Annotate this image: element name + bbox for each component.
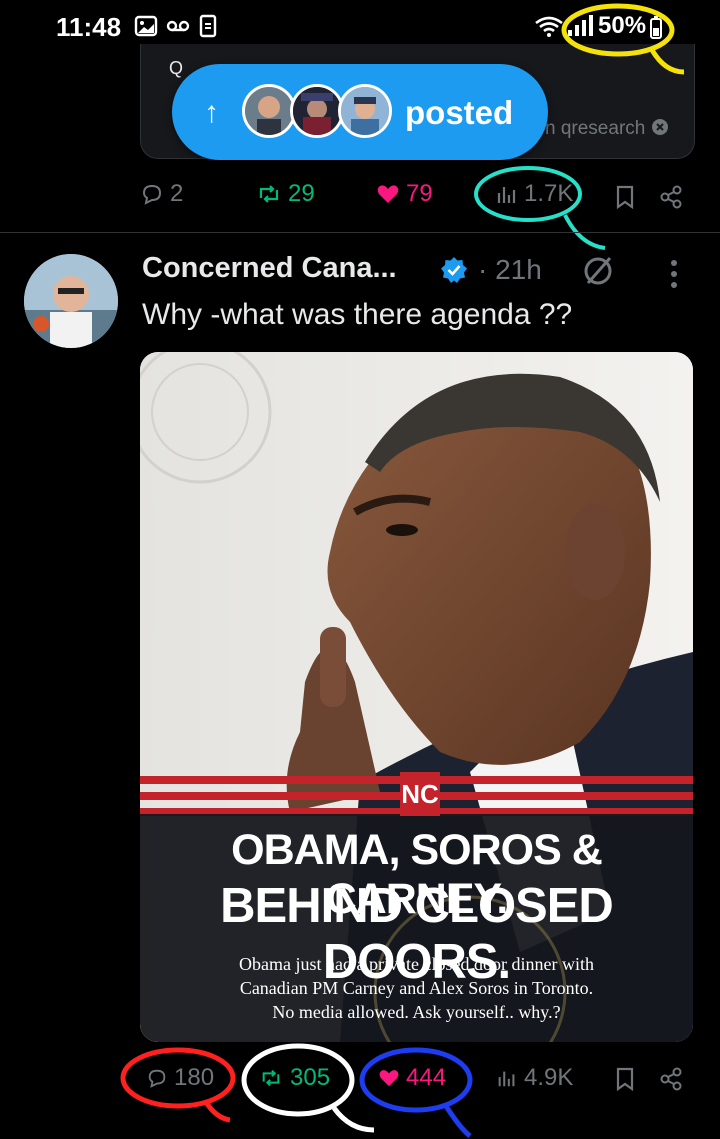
battery-icon xyxy=(650,16,662,39)
arrow-up-icon: ↑ xyxy=(204,96,219,129)
tweet-image[interactable]: NC OBAMA, SOROS & CARNEY. BEHIND CLOSED … xyxy=(140,352,693,1042)
reply-count: 2 xyxy=(170,180,184,207)
tweet-time: · 21h xyxy=(478,254,542,285)
views-icon xyxy=(497,187,516,203)
repost-icon xyxy=(262,1069,280,1087)
battery-percent: 50% xyxy=(598,12,647,39)
avatar xyxy=(290,84,344,138)
heart-icon xyxy=(377,185,399,203)
search-tag-text: n qresearch xyxy=(545,118,646,139)
status-time: 11:48 xyxy=(56,12,122,42)
avatar xyxy=(242,84,296,138)
like-button[interactable]: 444 xyxy=(378,1064,446,1092)
views-button[interactable]: 4.9K xyxy=(496,1064,573,1092)
repost-button[interactable]: 29 xyxy=(256,180,315,208)
nc-logo-badge: NC xyxy=(400,772,440,816)
signal-icon xyxy=(568,15,593,36)
gallery-notification-icon xyxy=(134,15,158,37)
repost-count: 305 xyxy=(290,1064,331,1091)
new-posts-pill[interactable]: ↑ posted xyxy=(172,64,548,160)
repost-icon xyxy=(259,185,279,203)
posted-label: posted xyxy=(405,94,514,131)
reply-button[interactable]: 2 xyxy=(140,180,183,208)
repost-count: 29 xyxy=(288,180,315,207)
bookmark-icon[interactable] xyxy=(614,184,636,210)
views-icon xyxy=(498,1071,515,1087)
share-icon[interactable] xyxy=(658,1066,684,1092)
phone-notification-icon xyxy=(199,14,217,38)
wifi-icon xyxy=(535,16,563,37)
share-icon[interactable] xyxy=(658,184,684,210)
verified-badge-icon xyxy=(441,257,467,283)
like-button[interactable]: 79 xyxy=(376,180,433,208)
image-caption-1: Obama just had a private closed door din… xyxy=(239,954,594,974)
author-avatar[interactable] xyxy=(24,254,118,348)
bookmark-icon[interactable] xyxy=(614,1066,636,1092)
author-name[interactable]: Concerned Cana... xyxy=(142,252,397,285)
reply-button[interactable]: 180 xyxy=(146,1064,214,1092)
heart-icon xyxy=(379,1070,399,1087)
like-count: 444 xyxy=(406,1064,447,1091)
views-count: 1.7K xyxy=(524,180,574,207)
reply-icon xyxy=(142,184,162,205)
like-count: 79 xyxy=(406,180,433,207)
tweet-actions: 180 305 444 4.9K xyxy=(0,1060,720,1100)
voicemail-icon xyxy=(166,20,190,32)
reply-count: 180 xyxy=(174,1064,215,1091)
more-options-icon[interactable] xyxy=(666,258,682,290)
reply-icon xyxy=(148,1069,166,1088)
avatar xyxy=(338,84,392,138)
tweet-text: Why -what was there agenda ?? xyxy=(142,298,573,331)
repost-button[interactable]: 305 xyxy=(258,1064,330,1092)
prev-tweet-actions: 2 29 79 1.7K xyxy=(0,176,720,216)
clear-icon[interactable] xyxy=(651,118,669,136)
grok-icon[interactable] xyxy=(580,254,616,288)
tweet-divider xyxy=(0,232,720,233)
image-caption-2: Canadian PM Carney and Alex Soros in Tor… xyxy=(239,978,594,998)
search-glyph: Q xyxy=(169,58,184,78)
views-button[interactable]: 1.7K xyxy=(496,180,573,208)
image-caption-3: No media allowed. Ask yourself.. why.? xyxy=(272,1002,561,1022)
views-count: 4.9K xyxy=(524,1064,574,1091)
